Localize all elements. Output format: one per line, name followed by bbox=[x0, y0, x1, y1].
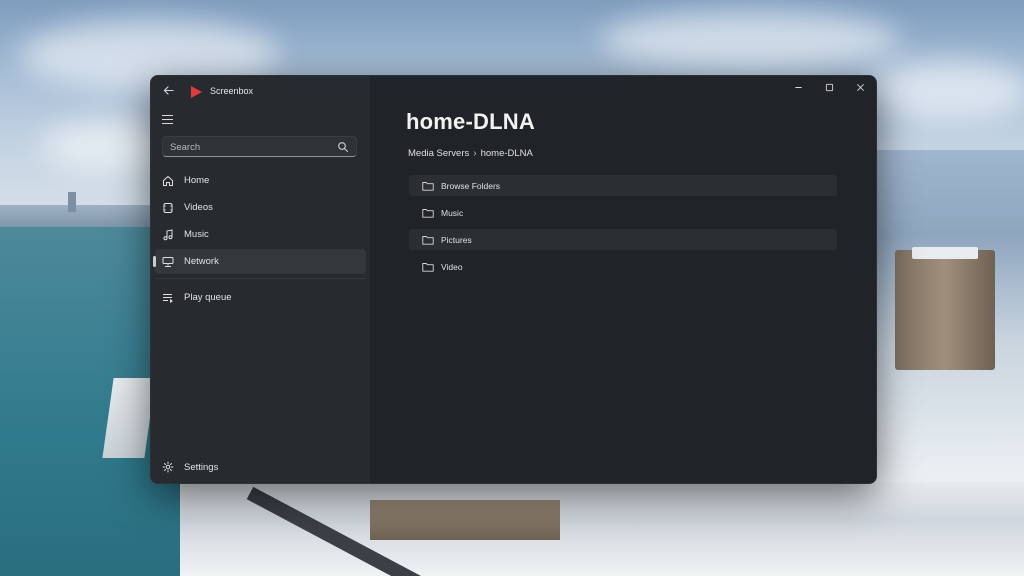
wallpaper-bridge bbox=[68, 192, 76, 212]
wallpaper-tower-top bbox=[912, 247, 978, 259]
app-window: Screenbox Home bbox=[150, 75, 877, 484]
wallpaper-cloud bbox=[600, 10, 900, 70]
folder-item-music[interactable]: Music bbox=[409, 202, 837, 223]
nav-divider bbox=[155, 278, 366, 279]
sidebar-item-settings[interactable]: Settings bbox=[155, 456, 366, 478]
breadcrumb-item-media-servers[interactable]: Media Servers bbox=[408, 148, 469, 159]
music-note-icon bbox=[161, 228, 175, 242]
sidebar-item-videos[interactable]: Videos bbox=[155, 195, 366, 220]
sidebar-item-label: Videos bbox=[184, 202, 213, 213]
folder-item-pictures[interactable]: Pictures bbox=[409, 229, 837, 250]
main-content: home-DLNA Media Servers › home-DLNA Brow… bbox=[370, 76, 876, 483]
hamburger-line bbox=[162, 115, 173, 116]
home-icon bbox=[161, 174, 175, 188]
folder-label: Browse Folders bbox=[441, 180, 501, 191]
wallpaper-tower bbox=[895, 250, 995, 370]
folder-label: Music bbox=[441, 207, 464, 218]
app-logo-icon bbox=[191, 86, 202, 98]
sidebar-item-home[interactable]: Home bbox=[155, 168, 366, 193]
sidebar-item-label: Network bbox=[184, 256, 219, 267]
folder-icon bbox=[422, 180, 434, 191]
search-icon[interactable] bbox=[337, 141, 349, 153]
wallpaper-shore bbox=[0, 205, 160, 227]
back-arrow-icon bbox=[163, 86, 174, 95]
sidebar: Screenbox Home bbox=[151, 76, 370, 483]
folder-label: Video bbox=[441, 261, 463, 272]
close-button[interactable] bbox=[845, 76, 876, 98]
back-button[interactable] bbox=[159, 83, 177, 101]
maximize-button[interactable] bbox=[814, 76, 845, 98]
play-queue-icon bbox=[161, 291, 175, 305]
minimize-icon bbox=[795, 86, 802, 88]
breadcrumb: Media Servers › home-DLNA bbox=[408, 148, 533, 159]
folder-list: Browse Folders Music Pictures Video bbox=[409, 175, 837, 283]
gear-icon bbox=[161, 460, 175, 474]
sidebar-item-play-queue[interactable]: Play queue bbox=[155, 285, 366, 310]
minimize-button[interactable] bbox=[783, 76, 814, 98]
hamburger-line bbox=[162, 123, 173, 124]
wallpaper-cloud bbox=[870, 60, 1024, 120]
close-icon bbox=[857, 83, 864, 91]
settings-label: Settings bbox=[184, 461, 219, 473]
hamburger-line bbox=[162, 119, 173, 120]
page-title: home-DLNA bbox=[406, 109, 535, 134]
menu-toggle-button[interactable] bbox=[162, 115, 173, 127]
wallpaper-castle-wall bbox=[370, 500, 560, 540]
search-box[interactable] bbox=[162, 136, 357, 157]
app-title: Screenbox bbox=[210, 86, 254, 96]
folder-icon bbox=[422, 234, 434, 245]
chevron-right-icon: › bbox=[473, 148, 477, 159]
sidebar-item-label: Home bbox=[184, 175, 210, 186]
sidebar-item-music[interactable]: Music bbox=[155, 222, 366, 247]
folder-icon bbox=[422, 207, 434, 218]
folder-label: Pictures bbox=[441, 234, 472, 245]
search-input[interactable] bbox=[170, 140, 330, 154]
folder-item-browse-folders[interactable]: Browse Folders bbox=[409, 175, 837, 196]
maximize-icon bbox=[825, 83, 834, 91]
folder-item-video[interactable]: Video bbox=[409, 256, 837, 277]
nav-menu: Home Videos Music Network Play queue bbox=[151, 168, 370, 312]
title-bar: Screenbox bbox=[151, 76, 370, 106]
network-icon bbox=[161, 255, 175, 269]
folder-icon bbox=[422, 261, 434, 272]
sidebar-item-network[interactable]: Network bbox=[153, 249, 366, 274]
sidebar-item-label: Play queue bbox=[184, 292, 232, 303]
video-icon bbox=[161, 201, 175, 215]
window-controls bbox=[783, 76, 876, 98]
breadcrumb-item-current: home-DLNA bbox=[480, 148, 533, 159]
sidebar-item-label: Music bbox=[184, 229, 209, 240]
